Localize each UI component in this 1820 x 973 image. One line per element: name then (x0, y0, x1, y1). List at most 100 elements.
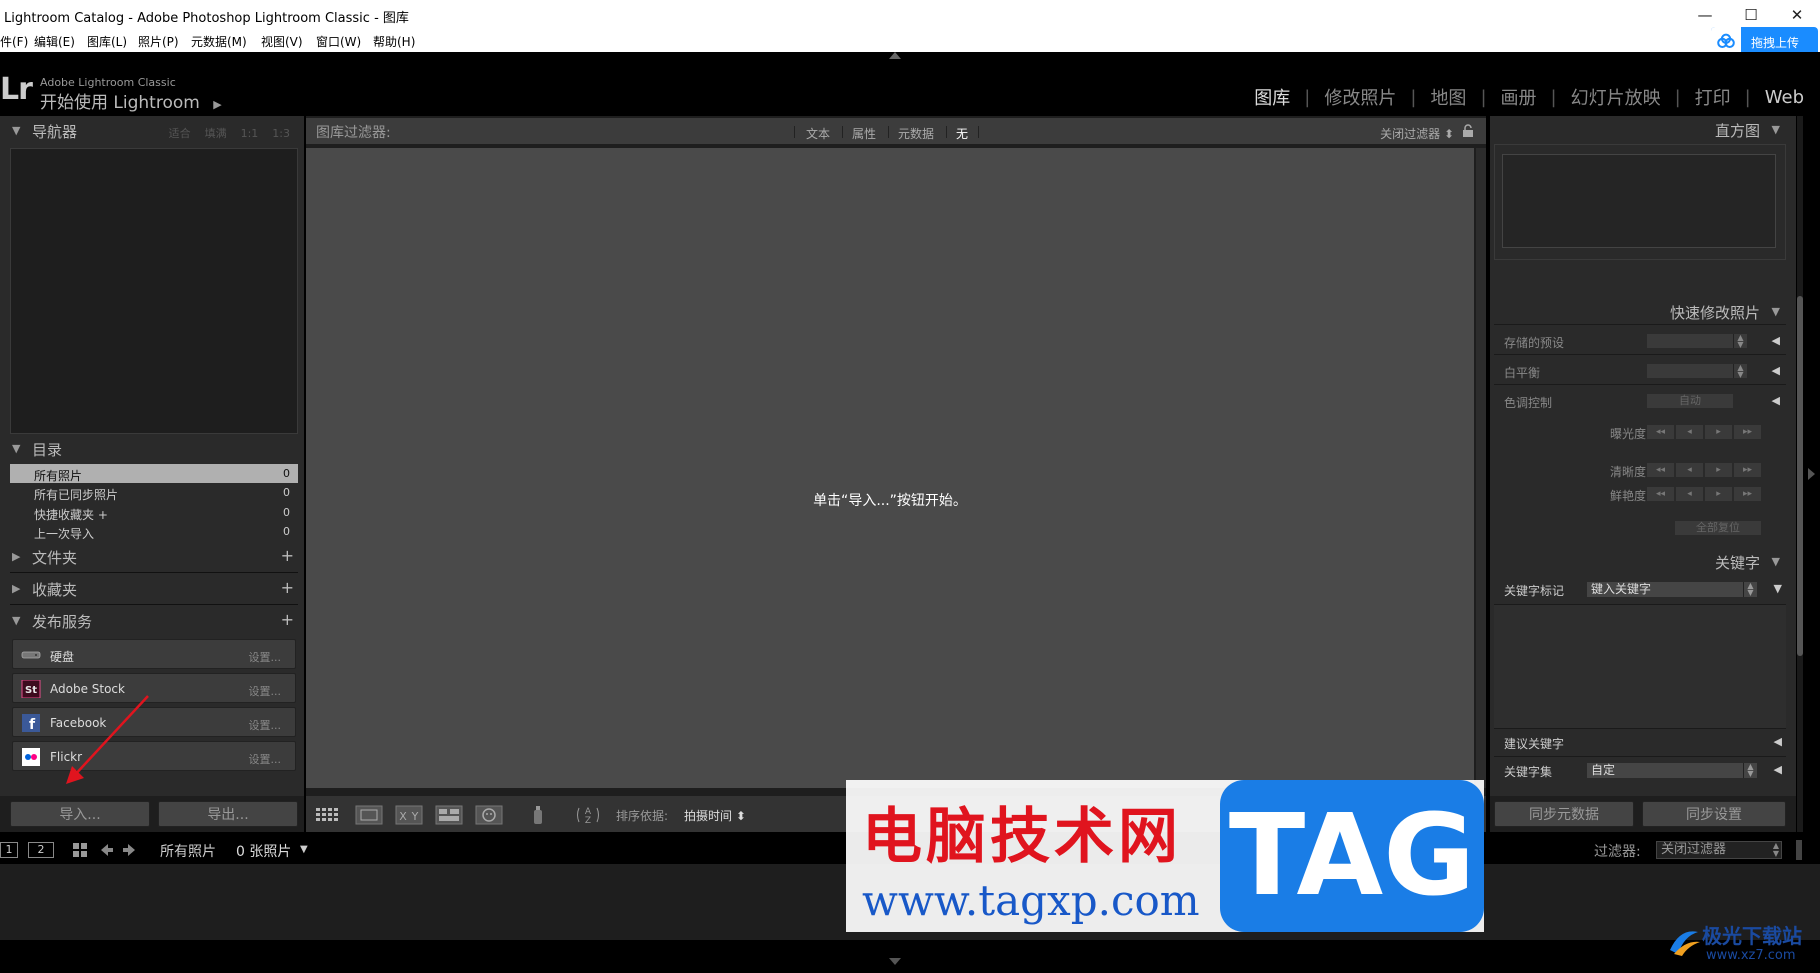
top-panel-toggle-icon[interactable] (889, 52, 901, 59)
zoom-1-1[interactable]: 1:1 (241, 127, 259, 140)
keyword-tags-select[interactable]: 键入关键字 ▲ ▼ (1586, 581, 1758, 598)
publish-services-header[interactable]: ▼ 发布服务 + (0, 606, 304, 636)
step-up-large[interactable]: ▸▸ (1733, 462, 1762, 478)
keyword-set-select[interactable]: 自定 ▲ ▼ (1586, 762, 1758, 779)
filter-tab-none[interactable]: 无 (956, 125, 968, 142)
publish-setup-link[interactable]: 设置... (249, 751, 282, 767)
collapse-triangle-icon[interactable]: ▼ (1774, 582, 1782, 595)
export-button[interactable]: 导出... (158, 801, 298, 827)
expand-left-triangle-icon[interactable]: ◀ (1772, 394, 1780, 407)
step-up-large[interactable]: ▸▸ (1733, 424, 1762, 440)
loupe-view-icon[interactable] (354, 805, 384, 825)
lock-icon[interactable] (1462, 124, 1474, 138)
sync-settings-button[interactable]: 同步设置 (1642, 801, 1786, 827)
reset-all-button[interactable]: 全部复位 (1674, 520, 1762, 536)
menu-file[interactable]: 件(F) (0, 33, 28, 50)
menu-photo[interactable]: 照片(P) (138, 33, 179, 50)
step-down-large[interactable]: ◂◂ (1646, 462, 1675, 478)
publish-service-hard-drive[interactable]: 硬盘 设置... (12, 639, 296, 669)
secondary-window-button[interactable]: 2 (28, 842, 54, 858)
expand-left-triangle-icon[interactable]: ◀ (1774, 763, 1782, 776)
collections-header[interactable]: ▶ 收藏夹 + (0, 574, 304, 604)
import-button[interactable]: 导入... (10, 801, 150, 827)
forward-arrow-icon[interactable] (122, 842, 138, 858)
zoom-fill[interactable]: 填满 (205, 127, 227, 140)
menu-library[interactable]: 图库(L) (87, 33, 127, 50)
survey-view-icon[interactable] (434, 805, 464, 825)
module-slideshow[interactable]: 幻灯片放映 (1571, 84, 1661, 110)
catalog-item-all-synced[interactable]: 所有已同步照片 0 (10, 483, 298, 502)
dropdown-triangle-icon[interactable]: ▼ (300, 844, 308, 855)
filmstrip-scroll-handle[interactable] (1796, 840, 1802, 860)
publish-setup-link[interactable]: 设置... (249, 683, 282, 699)
filter-tab-text[interactable]: 文本 (806, 125, 830, 142)
keyword-suggestions-row[interactable]: 建议关键字 ◀ (1494, 728, 1786, 754)
menu-window[interactable]: 窗口(W) (316, 33, 361, 50)
sync-metadata-button[interactable]: 同步元数据 (1494, 801, 1634, 827)
grid-view-icon[interactable] (314, 805, 344, 825)
step-down[interactable]: ◂ (1675, 486, 1704, 502)
module-web[interactable]: Web (1765, 87, 1804, 108)
back-arrow-icon[interactable] (98, 842, 114, 858)
step-down-large[interactable]: ◂◂ (1646, 424, 1675, 440)
step-up-large[interactable]: ▸▸ (1733, 486, 1762, 502)
histogram-header[interactable]: 直方图 ▼ (1490, 116, 1790, 142)
photo-grid[interactable]: 单击“导入...”按钮开始。 (306, 148, 1474, 788)
module-book[interactable]: 画册 (1501, 84, 1537, 110)
filmstrip-filter-select[interactable]: 关闭过滤器 ▲ ▼ (1656, 841, 1782, 859)
module-map[interactable]: 地图 (1430, 84, 1466, 110)
menu-edit[interactable]: 编辑(E) (34, 33, 75, 50)
compare-view-icon[interactable]: XY (394, 805, 424, 825)
add-publish-service-icon[interactable]: + (281, 610, 294, 629)
module-develop[interactable]: 修改照片 (1324, 84, 1396, 110)
zoom-1-3[interactable]: 1:3 (272, 127, 290, 140)
expand-left-triangle-icon[interactable]: ◀ (1772, 364, 1780, 377)
folders-header[interactable]: ▶ 文件夹 + (0, 542, 304, 572)
bottom-panel-toggle-icon[interactable] (889, 958, 901, 965)
menu-metadata[interactable]: 元数据(M) (191, 33, 247, 50)
main-window-button[interactable]: 1 (0, 842, 18, 858)
menu-help[interactable]: 帮助(H) (373, 33, 415, 50)
step-down-large[interactable]: ◂◂ (1646, 486, 1675, 502)
add-collection-icon[interactable]: + (281, 578, 294, 597)
auto-tone-button[interactable]: 自动 (1646, 393, 1734, 409)
step-up[interactable]: ▸ (1704, 486, 1733, 502)
sort-select[interactable]: 拍摄时间 ⬍ (684, 807, 746, 824)
zoom-fit[interactable]: 适合 (169, 127, 191, 140)
close-button[interactable]: ✕ (1774, 0, 1820, 30)
filter-tab-attribute[interactable]: 属性 (852, 125, 876, 142)
sort-direction-icon[interactable]: AZ (574, 805, 602, 825)
navigator-header[interactable]: ▼ 导航器 适合 填满 1:1 1:3 (0, 116, 304, 146)
scrollbar-thumb[interactable] (1797, 296, 1803, 656)
filter-preset-select[interactable]: 关闭过滤器 ⬍ (1380, 125, 1454, 142)
catalog-item-previous-import[interactable]: 上一次导入 0 (10, 522, 298, 541)
saved-preset-select[interactable]: ▲ ▼ (1646, 333, 1748, 349)
menu-view[interactable]: 视图(V) (261, 33, 303, 50)
catalog-item-all-photographs[interactable]: 所有照片 0 (10, 464, 298, 483)
add-folder-icon[interactable]: + (281, 546, 294, 565)
grid-scrollbar[interactable] (1476, 148, 1486, 788)
module-print[interactable]: 打印 (1695, 84, 1731, 110)
expand-left-triangle-icon[interactable]: ◀ (1772, 334, 1780, 347)
people-view-icon[interactable] (474, 805, 504, 825)
keywording-header[interactable]: 关键字 ▼ (1490, 548, 1790, 574)
keyword-entry-area[interactable] (1494, 604, 1786, 728)
right-panel-toggle-icon[interactable] (1808, 468, 1815, 480)
right-panel-scrollbar[interactable] (1797, 116, 1803, 832)
publish-setup-link[interactable]: 设置... (249, 717, 282, 733)
step-down[interactable]: ◂ (1675, 424, 1704, 440)
publish-setup-link[interactable]: 设置... (249, 649, 282, 665)
filter-tab-metadata[interactable]: 元数据 (898, 125, 934, 142)
spray-can-icon[interactable] (528, 805, 548, 825)
catalog-item-quick-collection[interactable]: 快捷收藏夹 + 0 (10, 503, 298, 522)
step-up[interactable]: ▸ (1704, 462, 1733, 478)
quick-develop-header[interactable]: 快速修改照片 ▼ (1490, 298, 1790, 324)
filmstrip-count[interactable]: 0 张照片 (236, 841, 291, 861)
grid-icon[interactable] (72, 842, 88, 858)
filmstrip-source[interactable]: 所有照片 (160, 841, 216, 861)
step-up[interactable]: ▸ (1704, 424, 1733, 440)
white-balance-select[interactable]: ▲ ▼ (1646, 363, 1748, 379)
minimize-button[interactable]: — (1682, 0, 1728, 30)
catalog-header[interactable]: ▼ 目录 (0, 434, 304, 464)
getting-started-link[interactable]: 开始使用 Lightroom ▶ (40, 88, 222, 113)
